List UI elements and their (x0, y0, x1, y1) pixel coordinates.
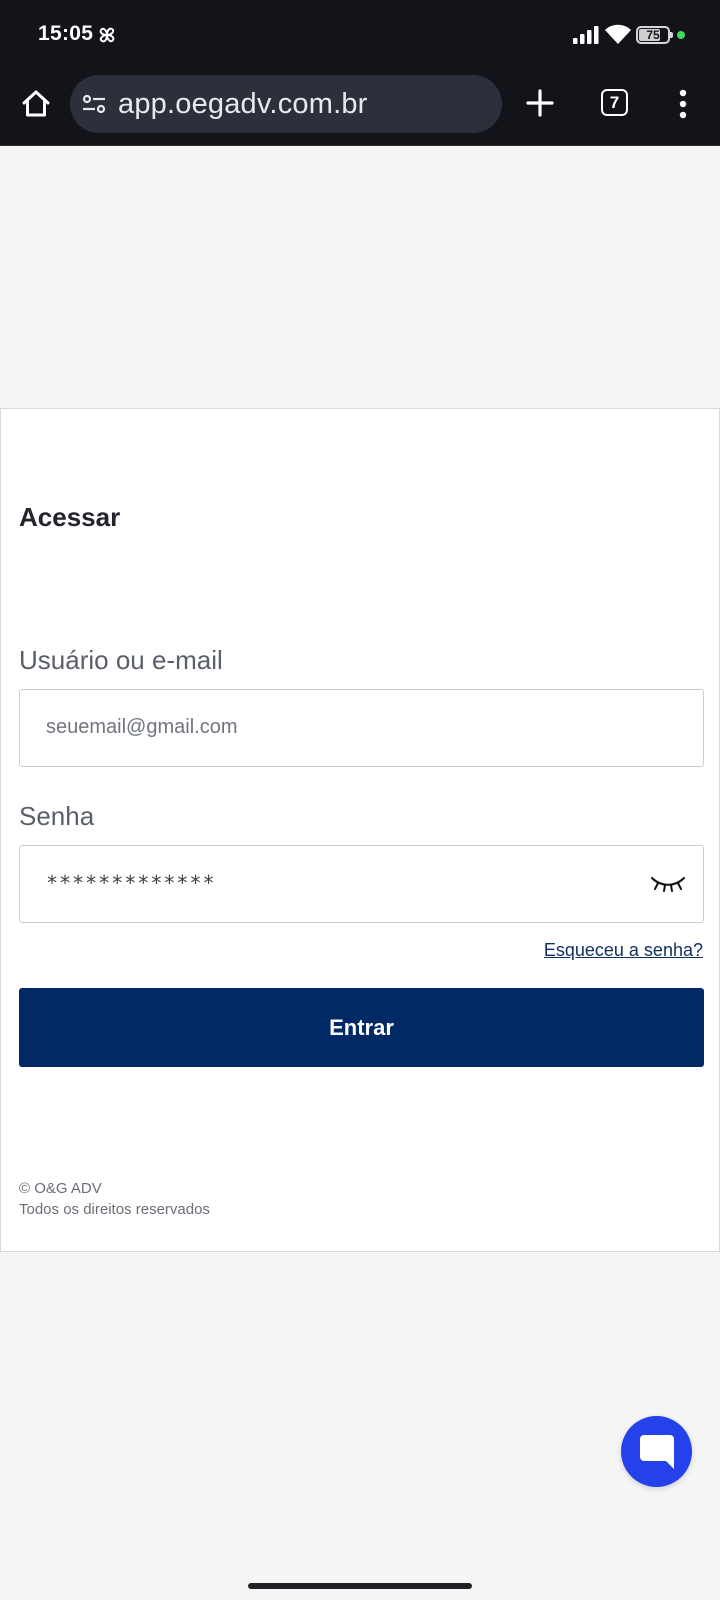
footer-rights: Todos os direitos reservados (19, 1201, 210, 1218)
home-icon[interactable] (20, 88, 52, 120)
login-title: Acessar (19, 502, 121, 532)
browser-toolbar: app.oegadv.com.br 7 (0, 72, 720, 146)
url-text: app.oegadv.com.br (118, 88, 368, 120)
wifi-icon (605, 24, 631, 44)
password-value: ************* (46, 871, 216, 895)
url-bar[interactable]: app.oegadv.com.br (70, 75, 502, 133)
login-submit-button[interactable]: Entrar (19, 988, 704, 1067)
chat-button[interactable] (621, 1416, 692, 1487)
home-indicator[interactable] (248, 1583, 472, 1589)
user-email-value: seuemail@gmail.com (46, 716, 238, 738)
signal-icon (573, 26, 599, 44)
battery-icon: 75 (636, 26, 673, 44)
footer-copyright: © O&G ADV (19, 1180, 102, 1197)
more-vert-icon[interactable] (676, 89, 690, 119)
pinwheel-icon (99, 27, 115, 43)
status-bar: 15:05 75 (0, 0, 720, 72)
login-card: Acessar Usuário ou e-mail seuemail@gmail… (0, 408, 720, 1252)
tune-icon[interactable] (82, 94, 106, 114)
user-field-label: Usuário ou e-mail (19, 645, 223, 675)
forgot-password-link[interactable]: Esqueceu a senha? (544, 940, 703, 961)
plus-icon[interactable] (525, 88, 555, 118)
status-time: 15:05 (38, 22, 94, 45)
password-input[interactable]: ************* (19, 845, 704, 923)
battery-percent: 75 (646, 28, 660, 42)
user-email-input[interactable]: seuemail@gmail.com (19, 689, 704, 767)
tab-switcher-button[interactable]: 7 (601, 89, 628, 116)
battery-tip (670, 32, 673, 38)
privacy-indicator-dot (677, 31, 685, 39)
eye-closed-icon[interactable] (649, 872, 687, 896)
chat-bubble-icon (640, 1435, 674, 1469)
password-field-label: Senha (19, 801, 95, 831)
